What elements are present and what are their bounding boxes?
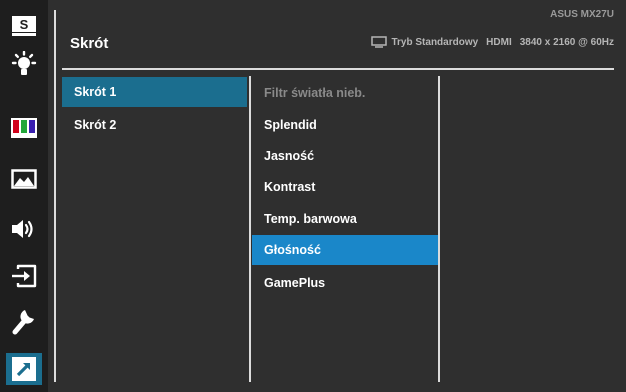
option-blue-light-filter: Filtr światła nieb. [252, 78, 438, 108]
option-brightness[interactable]: Jasność [252, 141, 438, 171]
option-label: Filtr światła nieb. [264, 86, 366, 100]
column-divider-1 [249, 76, 251, 382]
blue-light-filter-icon [10, 50, 38, 79]
option-volume[interactable]: Głośność [252, 235, 438, 265]
color-icon [11, 118, 37, 138]
rail-item-blue-light[interactable] [6, 49, 42, 81]
mode-label: Tryb Standardowy [391, 36, 479, 48]
rail-item-sound[interactable] [6, 213, 42, 245]
option-splendid[interactable]: Splendid [252, 110, 438, 140]
shortcut-item-1[interactable]: Skrót 1 [62, 77, 247, 107]
shortcut-item-label: Skrót 1 [74, 85, 117, 99]
status-bar: Tryb Standardowy HDMI 3840 x 2160 @ 60Hz [371, 36, 614, 48]
rail-item-image[interactable] [6, 163, 42, 195]
shortcut-item-label: Skrót 2 [74, 118, 117, 132]
input-label: HDMI [486, 36, 512, 48]
option-label: Głośność [264, 243, 321, 257]
option-label: Splendid [264, 118, 317, 132]
rail-item-color[interactable] [6, 112, 42, 144]
header-divider [62, 68, 614, 70]
option-label: Kontrast [264, 180, 316, 194]
option-label: GamePlus [264, 276, 326, 290]
rail-item-shortcut[interactable] [6, 353, 42, 385]
option-contrast[interactable]: Kontrast [252, 172, 438, 202]
osd-menu: S ASUS MX27U Skrót Tryb Standardowy HDMI… [0, 0, 626, 392]
splendid-s-letter: S [20, 17, 29, 32]
image-icon [11, 169, 37, 189]
page-title: Skrót [70, 35, 109, 52]
model-name: ASUS MX27U [550, 9, 614, 20]
option-label: Jasność [264, 149, 315, 163]
system-setup-icon [10, 305, 38, 335]
input-select-icon [10, 263, 38, 289]
rail-item-system[interactable] [6, 304, 42, 336]
splendid-s-icon: S [11, 15, 37, 37]
option-gameplus[interactable]: GamePlus [252, 268, 438, 298]
rail-item-splendid[interactable]: S [6, 10, 42, 42]
sound-icon [10, 218, 38, 240]
rail-item-input[interactable] [6, 260, 42, 292]
shortcut-icon [12, 357, 36, 381]
shortcut-item-2[interactable]: Skrót 2 [62, 110, 247, 140]
option-label: Temp. barwowa [264, 212, 357, 226]
icon-rail: S [0, 0, 48, 392]
option-color-temp[interactable]: Temp. barwowa [252, 204, 438, 234]
rail-divider [54, 10, 56, 382]
column-divider-2 [438, 76, 440, 382]
monitor-icon [371, 36, 388, 48]
resolution-label: 3840 x 2160 @ 60Hz [519, 36, 614, 48]
